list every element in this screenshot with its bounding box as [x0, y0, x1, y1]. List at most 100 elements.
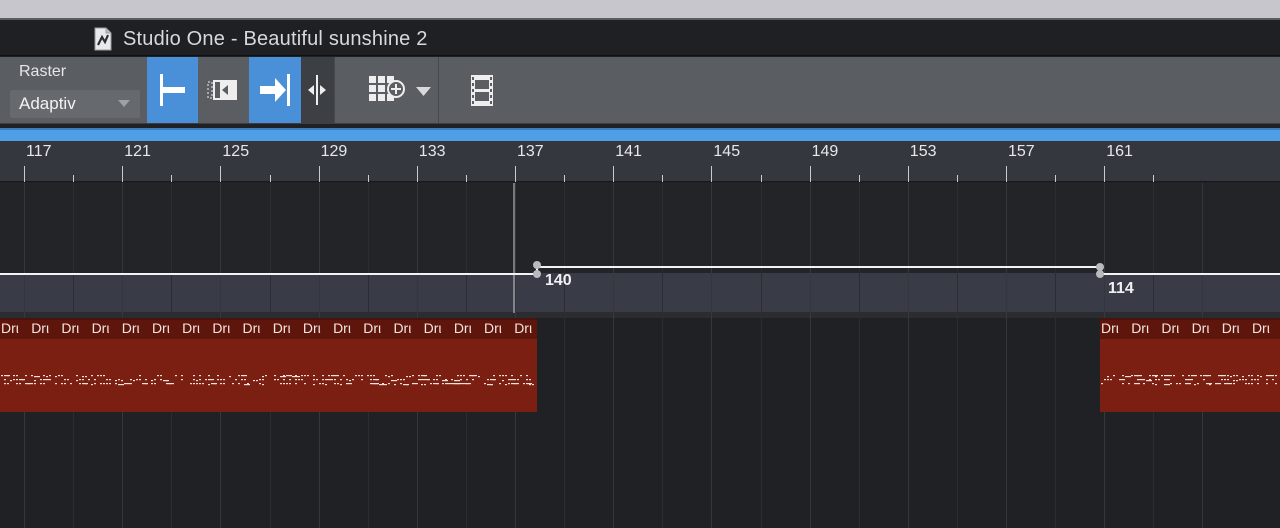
ruler-minor-tick — [662, 175, 664, 182]
ruler-major-tick — [24, 166, 25, 182]
audio-event[interactable]: Drι Drι Drι Drι Drι Drι Drι Drι Drι Drι Drι Drι Drι D… — [0, 318, 537, 412]
audio-event[interactable]: Drι Drι Drι Drι Drι Drι — [1100, 318, 1280, 412]
waveform-dash — [466, 379, 468, 381]
waveform-dash — [1233, 375, 1235, 377]
event-name-label: Drι — [1251, 320, 1270, 336]
waveform-dash — [229, 376, 231, 378]
waveform-dash — [493, 379, 495, 381]
waveform-dash — [193, 375, 195, 377]
waveform-dash — [58, 375, 60, 377]
waveform-dash — [259, 383, 261, 385]
waveform-dash — [208, 375, 210, 377]
grid-plus-icon — [369, 76, 405, 101]
event-name-label: Drι — [182, 320, 201, 336]
waveform-dash — [487, 379, 489, 381]
waveform-dash — [1200, 375, 1202, 377]
waveform-dash — [520, 375, 522, 377]
waveform-dash — [1251, 383, 1253, 385]
snap-to-event-button[interactable] — [198, 57, 248, 123]
waveform-dash — [124, 383, 130, 385]
waveform-dash — [1155, 384, 1157, 386]
waveform-dash — [280, 383, 282, 385]
event-name-label: Drι — [1101, 320, 1119, 336]
snap-to-start-button[interactable] — [147, 57, 198, 123]
waveform-dash — [1236, 380, 1238, 382]
waveform-dash — [1170, 375, 1172, 377]
waveform-dash — [1149, 379, 1151, 381]
waveform-dash — [94, 383, 96, 385]
waveform-dash — [25, 375, 27, 377]
waveform-dash — [259, 379, 261, 381]
waveform-dash — [223, 383, 225, 385]
snap-split-button[interactable] — [301, 57, 334, 123]
waveform-dash — [334, 383, 336, 385]
waveform-dash — [1245, 383, 1247, 385]
waveform-dash — [1224, 375, 1226, 377]
waveform-dash — [55, 376, 57, 378]
waveform-dash — [115, 383, 117, 385]
grid-options-dropdown[interactable] — [410, 57, 438, 123]
video-button[interactable] — [462, 57, 504, 123]
ruler-bar-number: 153 — [909, 143, 937, 160]
waveform-dash — [1233, 380, 1235, 382]
waveform-dash — [472, 379, 474, 381]
waveform-dash — [505, 375, 507, 377]
waveform-dash — [1158, 379, 1160, 381]
waveform-dash — [118, 379, 120, 381]
waveform-dash — [421, 384, 423, 386]
tempo-point-handle — [1096, 263, 1104, 271]
waveform-dash — [7, 383, 9, 385]
waveform-dash — [304, 383, 306, 385]
waveform-dash — [262, 379, 264, 381]
waveform-dash — [382, 383, 384, 385]
waveform-dash — [94, 379, 96, 381]
waveform-dash — [139, 375, 141, 377]
waveform-dash — [1191, 375, 1197, 377]
waveform-dash — [1254, 379, 1256, 381]
waveform-dash — [316, 379, 318, 381]
waveform-dash — [79, 383, 81, 385]
ruler-bar-number: 145 — [713, 143, 741, 160]
waveform-dash — [1164, 384, 1170, 386]
waveform-dash — [1203, 379, 1205, 381]
waveform-dash — [490, 384, 492, 386]
waveform-dash — [370, 379, 372, 381]
waveform-dash — [301, 379, 303, 381]
waveform-dash — [34, 383, 36, 385]
waveform-dash — [343, 375, 345, 377]
waveform-dash — [1221, 375, 1223, 377]
ruler-major-tick — [220, 166, 222, 182]
waveform-dash — [172, 383, 174, 385]
waveform-dash — [1227, 379, 1229, 381]
waveform-dash — [358, 375, 360, 377]
ruler-bar-number: 133 — [418, 143, 446, 160]
waveform-dash — [1, 375, 3, 377]
waveform-dash — [412, 383, 418, 385]
waveform-dash — [346, 379, 348, 381]
waveform-dash — [235, 379, 237, 381]
waveform-dash — [1233, 383, 1235, 385]
waveform-dash — [400, 379, 402, 381]
waveform-dash — [454, 380, 460, 382]
waveform-dash — [400, 383, 402, 385]
waveform-dash — [334, 379, 336, 381]
waveform-dash — [313, 384, 315, 386]
waveform-dash — [22, 379, 24, 381]
waveform-dash — [40, 379, 42, 381]
waveform-dash — [430, 383, 432, 385]
loop-range-strip[interactable] — [0, 128, 1280, 141]
waveform-dash — [103, 375, 105, 377]
waveform-dash — [355, 375, 357, 377]
waveform-dash — [325, 379, 331, 381]
waveform-dash — [451, 379, 453, 381]
event-name-label: Drι — [1161, 320, 1180, 336]
waveform-dash — [34, 380, 36, 382]
waveform-dash — [106, 379, 108, 381]
grid-plus-button[interactable] — [360, 57, 410, 123]
waveform-dash — [529, 379, 531, 381]
waveform-dash — [394, 384, 396, 386]
waveform-dash — [1107, 376, 1109, 378]
waveform-dash — [1182, 375, 1184, 377]
waveform-dash — [295, 383, 297, 385]
snap-to-cursor-button[interactable] — [249, 57, 301, 123]
